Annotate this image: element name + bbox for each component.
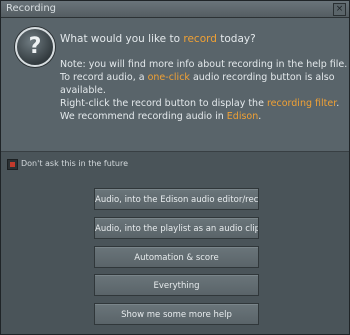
automation-score-button[interactable]: Automation & score bbox=[94, 246, 259, 268]
question-highlight: record bbox=[183, 33, 217, 45]
question-prefix: What would you like to bbox=[60, 33, 184, 45]
recording-filter-link: recording filter bbox=[266, 98, 337, 109]
playlist-audio-clip-button[interactable]: Audio, into the playlist as an audio cli… bbox=[94, 217, 259, 239]
note-line-2-prefix: To record audio, a bbox=[60, 72, 148, 83]
question-suffix: today? bbox=[216, 33, 256, 45]
note-line-1: Note: you will find more info about reco… bbox=[60, 59, 348, 70]
note-line-4-prefix: Right-click the record button to display… bbox=[60, 98, 267, 109]
one-click-link: one-click bbox=[147, 72, 190, 83]
note-line-5-suffix: . bbox=[258, 111, 262, 122]
edison-recorder-button[interactable]: Audio, into the Edison audio editor/reco… bbox=[94, 188, 259, 210]
note-line-5-prefix: We recommend recording audio in bbox=[60, 111, 227, 122]
note-line-4-suffix: . bbox=[336, 98, 340, 109]
title-bar[interactable]: Recording × bbox=[1, 1, 349, 18]
window-title: Recording bbox=[6, 3, 57, 14]
note-text: Note: you will find more info about reco… bbox=[60, 58, 347, 123]
recording-dialog: Recording × ? What would you like to rec… bbox=[0, 0, 350, 335]
dont-ask-checkbox[interactable] bbox=[7, 159, 18, 170]
more-help-button[interactable]: Show me some more help bbox=[94, 303, 259, 325]
dont-ask-label[interactable]: Don't ask this in the future bbox=[21, 158, 128, 170]
message-panel: ? What would you like to record today? N… bbox=[1, 18, 349, 151]
note-line-3: available. bbox=[60, 85, 106, 96]
question-mark-icon: ? bbox=[15, 27, 55, 67]
question-text: What would you like to record today? bbox=[60, 33, 256, 46]
close-icon: × bbox=[335, 4, 344, 14]
divider bbox=[1, 151, 349, 152]
note-line-2-suffix: audio recording button is also bbox=[189, 72, 335, 83]
edison-link: Edison bbox=[226, 111, 259, 122]
everything-button[interactable]: Everything bbox=[94, 274, 259, 296]
close-button[interactable]: × bbox=[333, 3, 346, 16]
